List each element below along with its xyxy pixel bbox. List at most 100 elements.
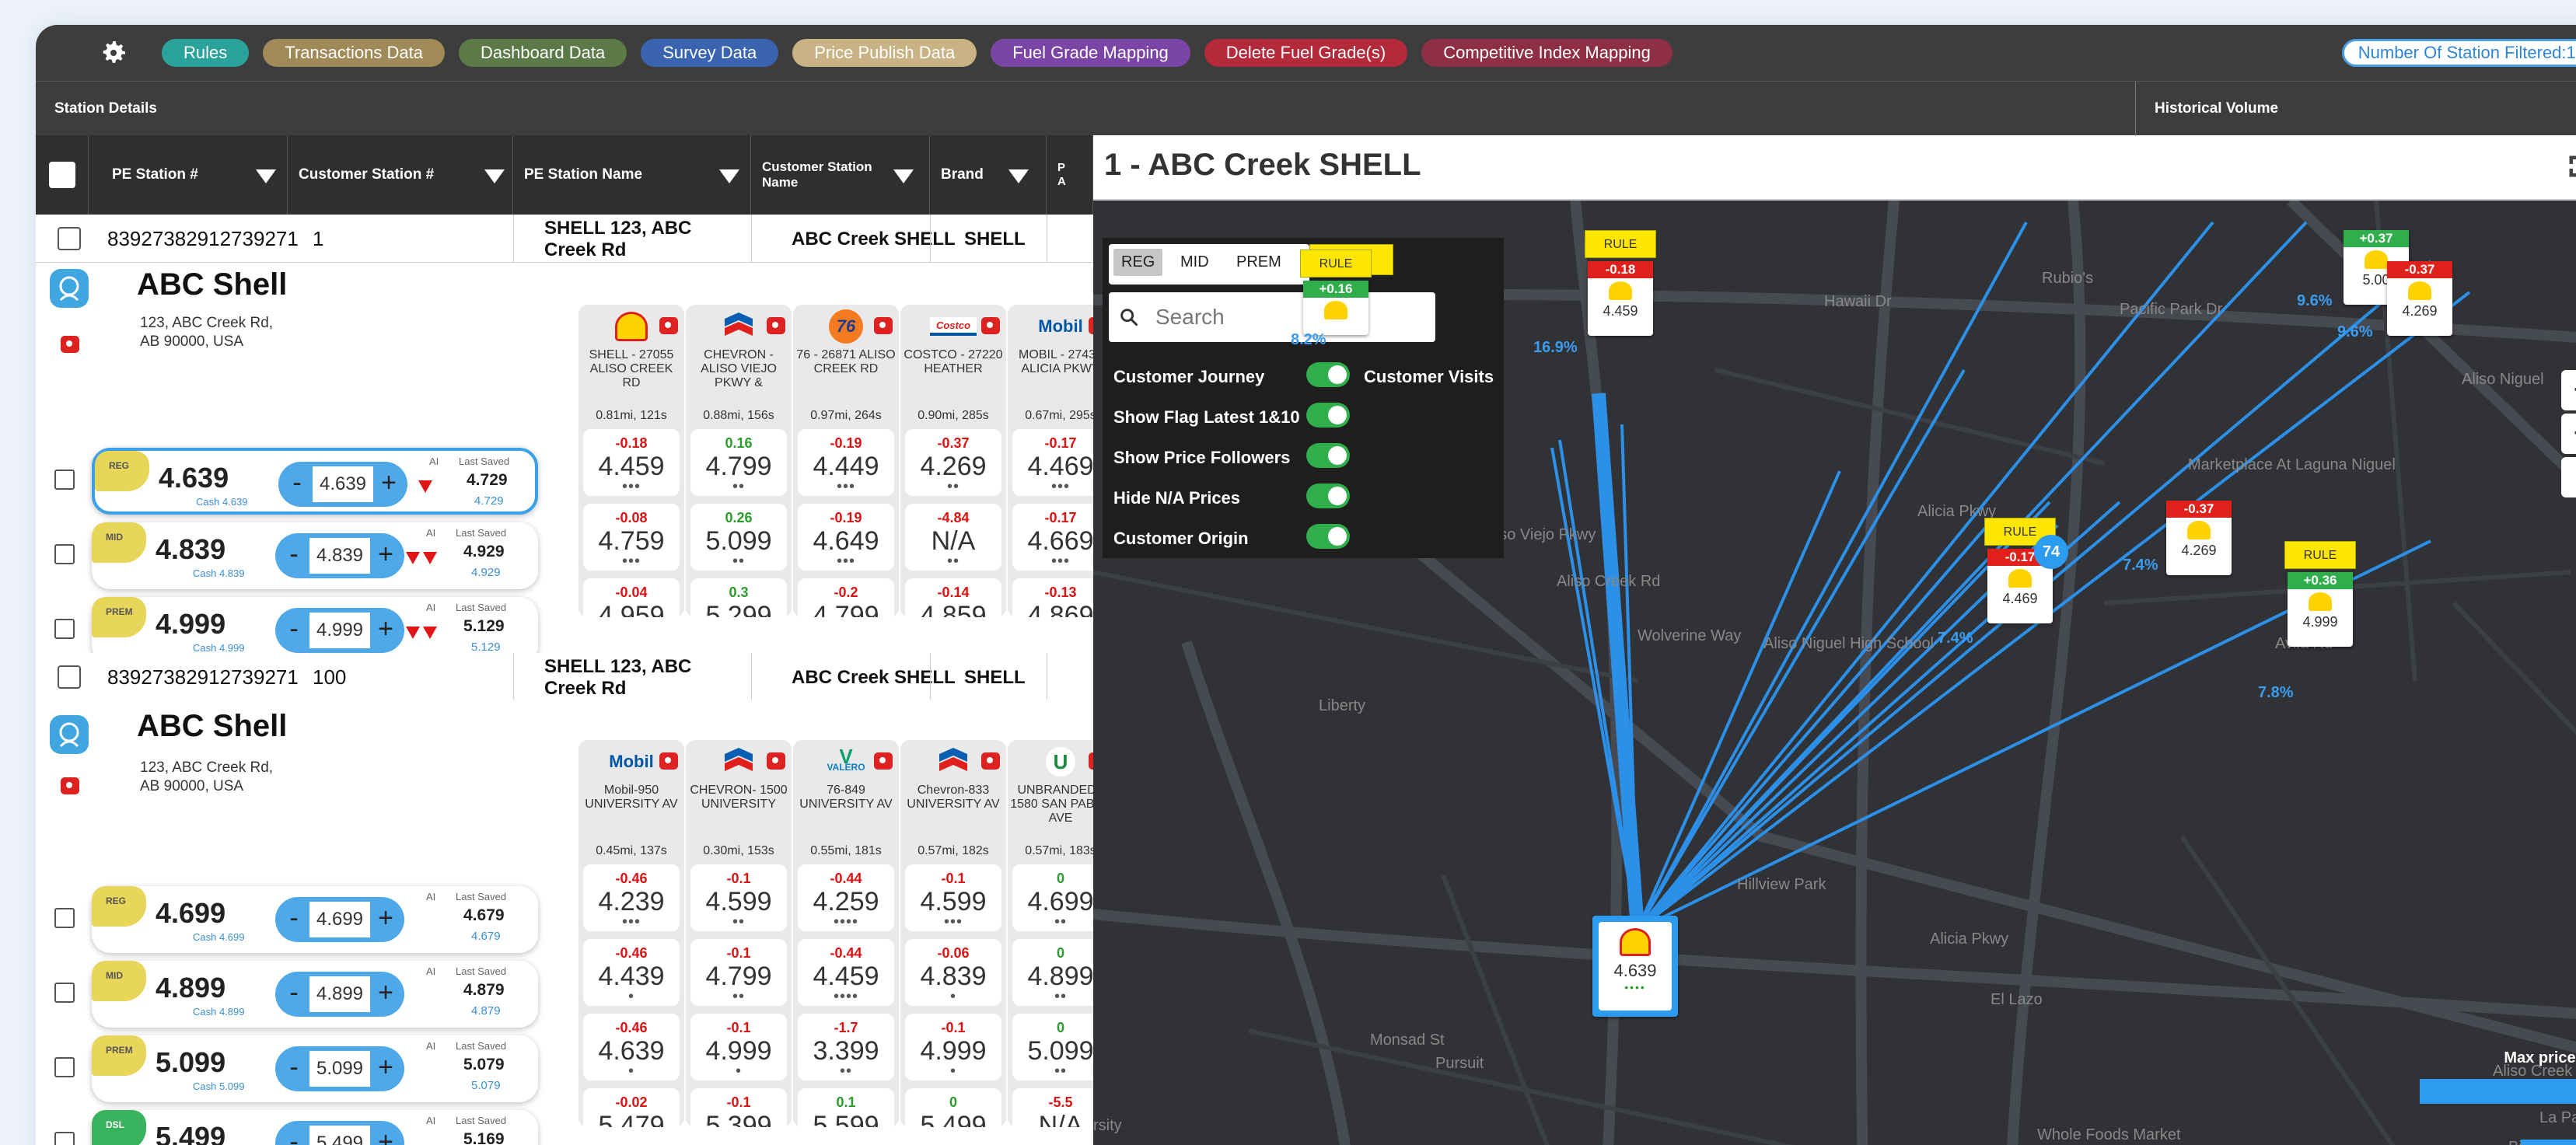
- search-input[interactable]: Search: [1109, 292, 1435, 342]
- increment-button[interactable]: +: [370, 978, 401, 1008]
- tab-rules[interactable]: Rules: [162, 39, 250, 67]
- camera-icon[interactable]: [874, 317, 893, 334]
- zoom-out-button[interactable]: −: [2561, 414, 2576, 454]
- marker-rule-tag[interactable]: RULE: [1585, 230, 1656, 258]
- grade-checkbox[interactable]: [54, 983, 75, 1003]
- decrement-button[interactable]: -: [278, 1127, 309, 1145]
- marker-rule-tag[interactable]: RULE: [2284, 541, 2356, 569]
- competitor-marker[interactable]: +0.36 4.999: [2288, 572, 2353, 647]
- col-brand[interactable]: Brand: [930, 135, 1047, 215]
- col-pe-station-name[interactable]: PE Station Name: [513, 135, 751, 215]
- price-followers-toggle[interactable]: [1306, 443, 1350, 468]
- increment-button[interactable]: +: [370, 614, 401, 644]
- price-input[interactable]: 4.699: [309, 902, 370, 937]
- grade-checkbox[interactable]: [54, 908, 75, 928]
- competitor-price-cell[interactable]: -0.044.959•••: [583, 578, 680, 617]
- competitor-price-cell[interactable]: 0.16 4.799 ••: [690, 429, 787, 496]
- camera-icon[interactable]: [981, 752, 1000, 770]
- competitor-price-cell[interactable]: -0.19 4.649 •••: [798, 504, 894, 571]
- competitor-price-cell[interactable]: -0.46 4.439 •: [583, 939, 680, 1006]
- competitor-marker[interactable]: +0.16: [1303, 281, 1368, 335]
- row-checkbox[interactable]: [58, 665, 81, 689]
- grade-selector[interactable]: REG MID PREM: [1109, 244, 1309, 285]
- filter-icon[interactable]: [256, 169, 276, 183]
- competitor-price-cell[interactable]: -0.06 4.839 •: [905, 939, 1001, 1006]
- increment-button[interactable]: +: [370, 1127, 401, 1145]
- home-station-marker[interactable]: 4.639 ••••: [1592, 916, 1678, 1017]
- filter-icon[interactable]: [484, 169, 505, 183]
- competitor-price-cell[interactable]: 0.35.299••: [690, 578, 787, 617]
- tab-delete-fuel-grade-s-[interactable]: Delete Fuel Grade(s): [1204, 39, 1408, 67]
- fullscreen-icon[interactable]: [2566, 152, 2576, 180]
- increment-button[interactable]: +: [373, 468, 404, 498]
- competitor-price-cell[interactable]: -0.24.799••: [798, 578, 894, 617]
- competitor-price-cell[interactable]: 0.26 5.099 ••: [690, 504, 787, 571]
- grade-checkbox[interactable]: [54, 619, 75, 639]
- flag-toggle[interactable]: [1306, 403, 1350, 428]
- tab-transactions-data[interactable]: Transactions Data: [263, 39, 445, 67]
- hide-na-toggle[interactable]: [1306, 483, 1350, 508]
- camera-icon[interactable]: [767, 752, 785, 770]
- grade-mid[interactable]: MID: [1180, 253, 1209, 271]
- competitor-price-cell[interactable]: -4.84 N/A ••: [905, 504, 1001, 571]
- price-input[interactable]: 4.999: [309, 613, 370, 648]
- price-input[interactable]: 4.639: [313, 466, 373, 502]
- competitor-price-cell[interactable]: 05.499•: [905, 1088, 1001, 1127]
- competitor-price-cell[interactable]: -0.44 4.459 ••••: [798, 939, 894, 1006]
- gear-icon[interactable]: [98, 37, 129, 68]
- competitor-price-cell[interactable]: -0.18 4.459 •••: [583, 429, 680, 496]
- competitor-price-cell[interactable]: -0.1 4.999 •: [690, 1014, 787, 1080]
- customer-journey-toggle[interactable]: [1306, 362, 1350, 387]
- competitor-price-cell[interactable]: 0.15.599••: [798, 1088, 894, 1127]
- camera-icon[interactable]: [874, 752, 893, 770]
- grade-reg[interactable]: REG: [1113, 249, 1163, 276]
- competitor-price-cell[interactable]: -0.44 4.259 ••••: [798, 864, 894, 931]
- competitor-marker[interactable]: -0.37 4.269: [2166, 501, 2232, 575]
- decrement-button[interactable]: -: [278, 1052, 309, 1083]
- competitor-price-cell[interactable]: -0.46 4.639 •: [583, 1014, 680, 1080]
- tab-survey-data[interactable]: Survey Data: [641, 39, 779, 67]
- col-customer-station-name[interactable]: Customer Station Name: [751, 135, 930, 215]
- competitor-marker[interactable]: -0.37 4.269: [2387, 261, 2452, 336]
- competitor-price-cell[interactable]: -0.144.859•: [905, 578, 1001, 617]
- competitor-price-cell[interactable]: -0.1 4.799 ••: [690, 939, 787, 1006]
- grade-checkbox[interactable]: [54, 544, 75, 564]
- competitor-marker[interactable]: -0.18 4.459: [1588, 261, 1653, 336]
- decrement-button[interactable]: -: [278, 614, 309, 644]
- marker-rule-tag[interactable]: RULE: [1300, 250, 1372, 278]
- camera-icon[interactable]: [767, 317, 785, 334]
- camera-icon[interactable]: [61, 777, 79, 794]
- increment-button[interactable]: +: [370, 903, 401, 934]
- competitor-price-cell[interactable]: -0.19 4.449 •••: [798, 429, 894, 496]
- competitor-price-cell[interactable]: -0.37 4.269 ••: [905, 429, 1001, 496]
- decrement-button[interactable]: -: [278, 903, 309, 934]
- grade-checkbox[interactable]: [54, 1132, 75, 1145]
- customer-origin-toggle[interactable]: [1306, 524, 1350, 549]
- tab-competitive-index-mapping[interactable]: Competitive Index Mapping: [1421, 39, 1672, 67]
- competitor-price-cell[interactable]: -0.1 4.599 •••: [905, 864, 1001, 931]
- grade-prem[interactable]: PREM: [1236, 253, 1281, 271]
- price-input[interactable]: 4.839: [309, 538, 370, 574]
- compass-button[interactable]: ▲: [2561, 457, 2576, 497]
- decrement-button[interactable]: -: [278, 978, 309, 1008]
- competitor-price-cell[interactable]: -0.15.399•: [690, 1088, 787, 1127]
- marker-count-badge[interactable]: 74: [2034, 535, 2068, 569]
- increment-button[interactable]: +: [370, 1052, 401, 1083]
- tab-fuel-grade-mapping[interactable]: Fuel Grade Mapping: [991, 39, 1190, 67]
- filter-icon[interactable]: [719, 169, 739, 183]
- competitor-price-cell[interactable]: -0.1 4.599 ••: [690, 864, 787, 931]
- competitor-price-cell[interactable]: -0.46 4.239 •••: [583, 864, 680, 931]
- stations-filtered-badge[interactable]: Number Of Station Filtered:13: [2341, 39, 2576, 67]
- station-id-row[interactable]: 83927382912739271 1 SHELL 123, ABC Creek R…: [36, 215, 1093, 263]
- zoom-in-button[interactable]: +: [2561, 370, 2576, 410]
- camera-icon[interactable]: [61, 336, 79, 353]
- tab-dashboard-data[interactable]: Dashboard Data: [458, 39, 627, 67]
- decrement-button[interactable]: -: [278, 539, 309, 570]
- select-all-checkbox[interactable]: [48, 162, 75, 188]
- price-input[interactable]: 5.099: [309, 1051, 370, 1087]
- filter-icon[interactable]: [893, 169, 914, 183]
- grade-checkbox[interactable]: [54, 1057, 75, 1077]
- competitor-price-cell[interactable]: -0.08 4.759 •••: [583, 504, 680, 571]
- competitor-price-cell[interactable]: -0.1 4.999 •: [905, 1014, 1001, 1080]
- decrement-button[interactable]: -: [281, 468, 313, 498]
